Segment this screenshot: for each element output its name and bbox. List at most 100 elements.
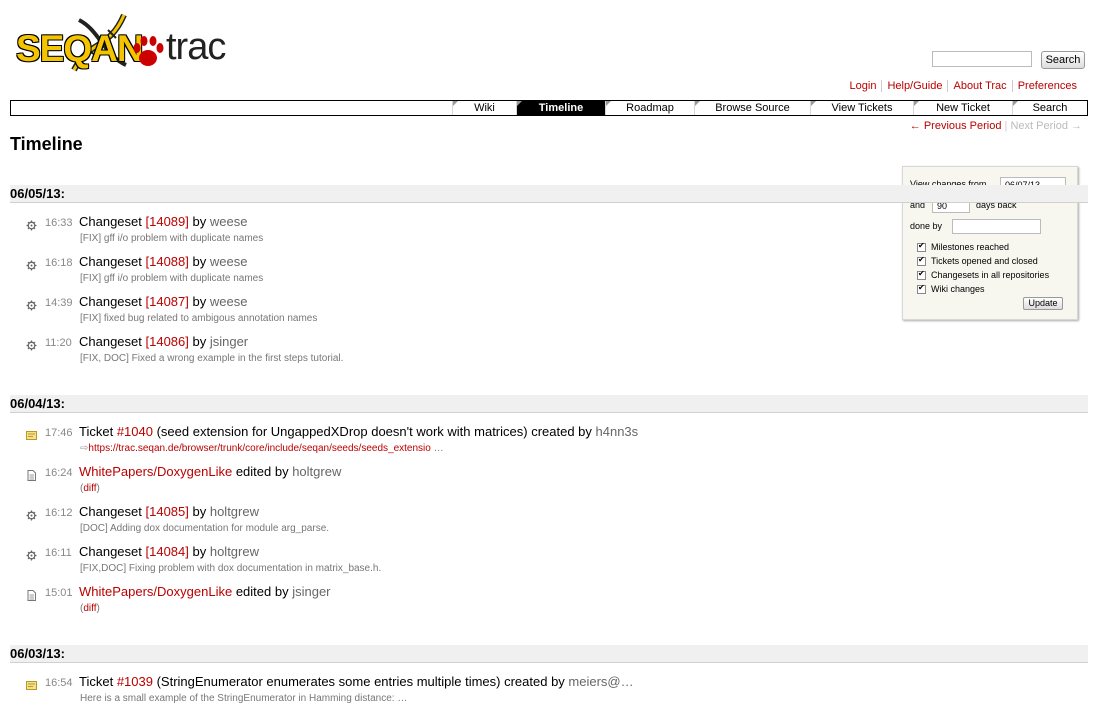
- event-time: 16:12: [45, 507, 73, 519]
- event-time: 16:11: [45, 547, 72, 559]
- main-navigation: Wiki Timeline Roadmap Browse Source View…: [10, 100, 1088, 116]
- wiki-page-icon: [26, 588, 37, 601]
- event-ref-link[interactable]: [14088]: [146, 254, 189, 269]
- day-date: 06/04/13:: [10, 396, 65, 411]
- event-title-prefix: Changeset: [79, 214, 146, 229]
- done-by-label: done by: [910, 221, 943, 231]
- event-title: Changeset [14089] by weese: [79, 214, 247, 229]
- event-description: [DOC] Adding dox documentation for modul…: [80, 523, 330, 534]
- login-link[interactable]: Login: [845, 80, 882, 92]
- ticket-icon: [26, 428, 37, 440]
- wiki-page-icon: [26, 468, 37, 481]
- event-author: meiers@…: [568, 674, 634, 689]
- done-by-field[interactable]: [952, 219, 1041, 234]
- event-title-text: by: [188, 254, 210, 269]
- event-time: 16:33: [45, 217, 73, 229]
- event-title-prefix: Ticket: [79, 424, 117, 439]
- event-time: 17:46: [45, 427, 73, 439]
- ticket-icon: [26, 678, 37, 690]
- event-title: WhitePapers/DoxygenLike edited by jsinge…: [79, 584, 331, 599]
- gear-icon: [26, 298, 37, 311]
- event-author: jsinger: [292, 584, 331, 599]
- seqan-trac-logo[interactable]: SEQAN trac: [14, 10, 229, 80]
- previous-period-link[interactable]: ← Previous Period: [910, 120, 1002, 132]
- changesets-checkbox[interactable]: [917, 269, 926, 280]
- event-title-prefix: Ticket: [79, 674, 117, 689]
- event-title-prefix: Changeset: [79, 334, 146, 349]
- event-ref-link[interactable]: [14086]: [146, 334, 189, 349]
- gear-icon: [26, 508, 37, 521]
- event-description: [FIX] gff i/o problem with duplicate nam…: [80, 233, 264, 244]
- event-author: weese: [209, 294, 248, 309]
- event-title: WhitePapers/DoxygenLike edited by holtgr…: [79, 464, 341, 479]
- wiki-changes-checkbox[interactable]: [917, 283, 926, 294]
- event-author: weese: [209, 254, 248, 269]
- event-title-text: by: [188, 294, 210, 309]
- tab-browse-source[interactable]: Browse Source: [694, 101, 810, 115]
- search-button[interactable]: Search: [1041, 51, 1085, 69]
- tab-roadmap[interactable]: Roadmap: [605, 101, 694, 115]
- tickets-checkbox[interactable]: [917, 255, 926, 266]
- event-author: holtgrew: [209, 504, 259, 519]
- event-ref-link[interactable]: #1039: [117, 674, 153, 689]
- milestones-label: Milestones reached: [931, 242, 1010, 252]
- event-ref-link[interactable]: [14084]: [146, 544, 189, 559]
- tab-view-tickets[interactable]: View Tickets: [810, 101, 913, 115]
- diff-link[interactable]: diff: [83, 603, 96, 614]
- event-time: 15:01: [45, 587, 73, 599]
- tab-new-ticket[interactable]: New Ticket: [913, 101, 1012, 115]
- event-description: (diff): [80, 603, 100, 614]
- event-time: 16:24: [45, 467, 73, 479]
- about-trac-link[interactable]: About Trac: [947, 80, 1011, 92]
- wiki-changes-label: Wiki changes: [931, 284, 985, 294]
- ticket-url-link[interactable]: https://trac.seqan.de/browser/trunk/core…: [88, 443, 430, 454]
- search-input[interactable]: [932, 51, 1032, 67]
- changesets-label: Changesets in all repositories: [931, 270, 1050, 280]
- day-header: 06/03/13:: [10, 645, 1088, 663]
- diff-link[interactable]: diff: [83, 483, 96, 494]
- event-title-text: by: [188, 544, 210, 559]
- event-title-text: edited by: [232, 584, 293, 599]
- event-title-prefix: Changeset: [79, 254, 146, 269]
- paren-close: ): [96, 483, 100, 494]
- event-title: Changeset [14087] by weese: [79, 294, 247, 309]
- update-button[interactable]: Update: [1023, 297, 1063, 310]
- event-title: Ticket #1040 (seed extension for Ungappe…: [79, 424, 638, 439]
- event-title-prefix: Changeset: [79, 544, 146, 559]
- event-title-prefix: Changeset: [79, 294, 146, 309]
- event-description: [FIX] gff i/o problem with duplicate nam…: [80, 273, 264, 284]
- ellipsis: …: [430, 443, 444, 454]
- milestones-checkbox[interactable]: [917, 241, 926, 252]
- event-ref-link[interactable]: [14085]: [146, 504, 189, 519]
- gear-icon: [26, 218, 37, 231]
- event-time: 11:20: [45, 337, 72, 349]
- event-ref-link[interactable]: [14089]: [146, 214, 189, 229]
- event-title-text: by: [188, 504, 210, 519]
- day-header: 06/04/13:: [10, 395, 1088, 413]
- event-ref-link[interactable]: WhitePapers/DoxygenLike: [79, 584, 232, 599]
- event-title-text: edited by: [232, 464, 293, 479]
- event-author: holtgrew: [292, 464, 342, 479]
- event-title-text: by: [188, 334, 210, 349]
- next-period-link: Next Period →: [1010, 120, 1082, 132]
- event-ref-link[interactable]: WhitePapers/DoxygenLike: [79, 464, 232, 479]
- tab-wiki[interactable]: Wiki: [452, 101, 516, 115]
- page-title: Timeline: [10, 134, 83, 154]
- gear-icon: [26, 338, 37, 351]
- event-ref-link[interactable]: [14087]: [146, 294, 189, 309]
- event-author: holtgrew: [209, 544, 259, 559]
- help-guide-link[interactable]: Help/Guide: [881, 80, 947, 92]
- event-title: Changeset [14086] by jsinger: [79, 334, 248, 349]
- event-title-text: by: [188, 214, 210, 229]
- event-title: Changeset [14085] by holtgrew: [79, 504, 259, 519]
- day-date: 06/05/13:: [10, 186, 65, 201]
- event-description: [FIX,DOC] Fixing problem with dox docume…: [80, 563, 382, 574]
- event-ref-link[interactable]: #1040: [117, 424, 153, 439]
- tab-search[interactable]: Search: [1012, 101, 1087, 115]
- logo-trac-text: trac: [166, 26, 226, 68]
- context-navigation: ← Previous Period | Next Period →: [909, 120, 1082, 132]
- event-author: h4nn3s: [595, 424, 639, 439]
- preferences-link[interactable]: Preferences: [1011, 80, 1082, 92]
- tab-timeline[interactable]: Timeline: [516, 101, 605, 115]
- event-title: Ticket #1039 (StringEnumerator enumerate…: [79, 674, 634, 689]
